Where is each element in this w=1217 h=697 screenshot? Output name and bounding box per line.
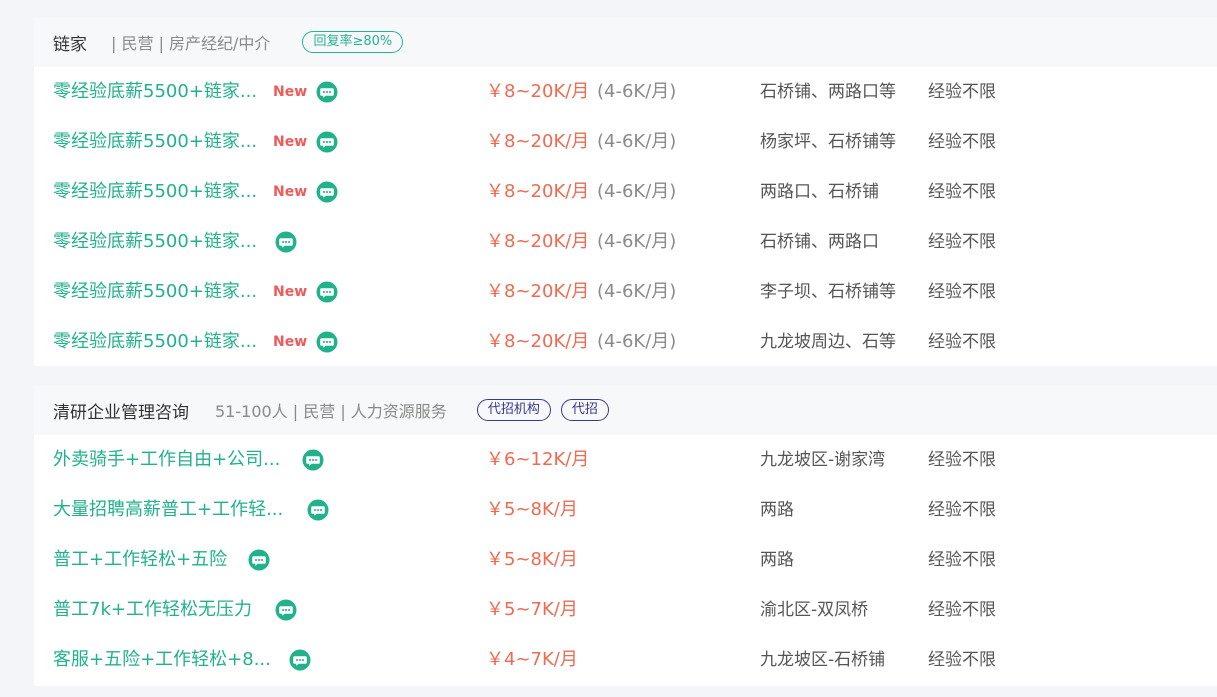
job-title-link[interactable]: 零经验底薪5500+链家... bbox=[53, 117, 257, 167]
salary-base: (4-6K/月) bbox=[597, 281, 677, 302]
experience-requirement: 经验不限 bbox=[928, 332, 996, 352]
salary: ￥8~20K/月 bbox=[486, 181, 590, 202]
job-location: 两路 bbox=[760, 550, 794, 570]
job-location: 两路口、石桥铺 bbox=[760, 182, 879, 202]
chat-bubble-icon[interactable] bbox=[307, 499, 329, 521]
salary: ￥4~7K/月 bbox=[486, 649, 578, 670]
experience-requirement: 经验不限 bbox=[928, 82, 996, 102]
job-title-link[interactable]: 零经验底薪5500+链家... bbox=[53, 167, 257, 217]
job-location: 石桥铺、两路口 bbox=[760, 232, 879, 252]
experience-requirement: 经验不限 bbox=[928, 232, 996, 252]
company-info: 51-100人 | 民营 | 人力资源服务 bbox=[215, 402, 447, 421]
experience-requirement: 经验不限 bbox=[928, 282, 996, 302]
job-location: 两路 bbox=[760, 500, 794, 520]
company-header: 链家 | 民营 | 房产经纪/中介 回复率≥80% bbox=[34, 17, 1217, 67]
job-row[interactable]: 零经验底薪5500+链家... ￥8~20K/月 (4-6K/月) 石桥铺、两路… bbox=[34, 217, 1217, 267]
company-name[interactable]: 清研企业管理咨询 bbox=[53, 398, 189, 423]
job-location: 杨家坪、石桥铺等 bbox=[760, 132, 896, 152]
chat-bubble-icon[interactable] bbox=[302, 449, 324, 471]
new-badge: New bbox=[273, 84, 308, 100]
job-location: 李子坝、石桥铺等 bbox=[760, 282, 896, 302]
job-location: 九龙坡区-石桥铺 bbox=[760, 650, 886, 670]
new-badge: New bbox=[273, 284, 308, 300]
job-row[interactable]: 普工+工作轻松+五险 ￥5~8K/月 两路 经验不限 bbox=[34, 535, 1217, 585]
job-row[interactable]: 零经验底薪5500+链家... New ￥8~20K/月 (4-6K/月) 杨家… bbox=[34, 117, 1217, 167]
company-name[interactable]: 链家 bbox=[53, 30, 87, 55]
new-badge: New bbox=[273, 134, 308, 150]
reply-rate-tag: 回复率≥80% bbox=[302, 31, 404, 53]
salary-base: (4-6K/月) bbox=[597, 231, 677, 252]
chat-bubble-icon[interactable] bbox=[248, 549, 270, 571]
job-row[interactable]: 外卖骑手+工作自由+公司... ￥6~12K/月 九龙坡区-谢家湾 经验不限 bbox=[34, 435, 1217, 485]
salary-base: (4-6K/月) bbox=[597, 181, 677, 202]
job-title-link[interactable]: 零经验底薪5500+链家... bbox=[53, 267, 257, 317]
job-row[interactable]: 普工7k+工作轻松无压力 ￥5~7K/月 渝北区-双凤桥 经验不限 bbox=[34, 585, 1217, 635]
job-row[interactable]: 客服+五险+工作轻松+8... ￥4~7K/月 九龙坡区-石桥铺 经验不限 bbox=[34, 635, 1217, 685]
job-title-link[interactable]: 零经验底薪5500+链家... bbox=[53, 67, 257, 117]
job-location: 九龙坡周边、石等 bbox=[760, 332, 896, 352]
job-row[interactable]: 零经验底薪5500+链家... New ￥8~20K/月 (4-6K/月) 两路… bbox=[34, 167, 1217, 217]
job-row[interactable]: 大量招聘高薪普工+工作轻... ￥5~8K/月 两路 经验不限 bbox=[34, 485, 1217, 535]
experience-requirement: 经验不限 bbox=[928, 182, 996, 202]
salary-base: (4-6K/月) bbox=[597, 331, 677, 352]
job-title-link[interactable]: 客服+五险+工作轻松+8... bbox=[53, 635, 271, 685]
chat-bubble-icon[interactable] bbox=[275, 231, 297, 253]
salary: ￥8~20K/月 bbox=[486, 81, 590, 102]
experience-requirement: 经验不限 bbox=[928, 132, 996, 152]
job-location: 渝北区-双凤桥 bbox=[760, 600, 869, 620]
proxy-recruit-tag: 代招 bbox=[560, 399, 609, 421]
job-title-link[interactable]: 普工+工作轻松+五险 bbox=[53, 535, 227, 585]
salary: ￥8~20K/月 bbox=[486, 131, 590, 152]
experience-requirement: 经验不限 bbox=[928, 650, 996, 670]
job-location: 九龙坡区-谢家湾 bbox=[760, 450, 886, 470]
salary: ￥8~20K/月 bbox=[486, 281, 590, 302]
experience-requirement: 经验不限 bbox=[928, 550, 996, 570]
chat-bubble-icon[interactable] bbox=[275, 599, 297, 621]
new-badge: New bbox=[273, 184, 308, 200]
agency-tag: 代招机构 bbox=[476, 399, 551, 421]
job-title-link[interactable]: 大量招聘高薪普工+工作轻... bbox=[53, 485, 283, 535]
salary: ￥5~8K/月 bbox=[486, 499, 578, 520]
salary: ￥5~7K/月 bbox=[486, 599, 578, 620]
job-row[interactable]: 零经验底薪5500+链家... New ￥8~20K/月 (4-6K/月) 九龙… bbox=[34, 317, 1217, 367]
job-title-link[interactable]: 外卖骑手+工作自由+公司... bbox=[53, 435, 280, 485]
experience-requirement: 经验不限 bbox=[928, 600, 996, 620]
salary-base: (4-6K/月) bbox=[597, 131, 677, 152]
company-info: | 民营 | 房产经纪/中介 bbox=[111, 34, 271, 53]
job-row[interactable]: 零经验底薪5500+链家... New ￥8~20K/月 (4-6K/月) 石桥… bbox=[34, 67, 1217, 117]
company-card-lianjia: 链家 | 民营 | 房产经纪/中介 回复率≥80% 零经验底薪5500+链家..… bbox=[34, 17, 1217, 366]
company-header: 清研企业管理咨询 51-100人 | 民营 | 人力资源服务 代招机构 代招 bbox=[34, 385, 1217, 435]
chat-bubble-icon[interactable] bbox=[316, 281, 338, 303]
job-location: 石桥铺、两路口等 bbox=[760, 82, 896, 102]
experience-requirement: 经验不限 bbox=[928, 500, 996, 520]
chat-bubble-icon[interactable] bbox=[289, 649, 311, 671]
salary: ￥8~20K/月 bbox=[486, 231, 590, 252]
job-row[interactable]: 零经验底薪5500+链家... New ￥8~20K/月 (4-6K/月) 李子… bbox=[34, 267, 1217, 317]
chat-bubble-icon[interactable] bbox=[316, 81, 338, 103]
job-list-page: 链家 | 民营 | 房产经纪/中介 回复率≥80% 零经验底薪5500+链家..… bbox=[0, 0, 1217, 697]
salary: ￥5~8K/月 bbox=[486, 549, 578, 570]
new-badge: New bbox=[273, 334, 308, 350]
job-title-link[interactable]: 零经验底薪5500+链家... bbox=[53, 217, 257, 267]
job-title-link[interactable]: 普工7k+工作轻松无压力 bbox=[53, 585, 252, 635]
salary: ￥8~20K/月 bbox=[486, 331, 590, 352]
company-card-qingyan: 清研企业管理咨询 51-100人 | 民营 | 人力资源服务 代招机构 代招 外… bbox=[34, 385, 1217, 686]
chat-bubble-icon[interactable] bbox=[316, 131, 338, 153]
chat-bubble-icon[interactable] bbox=[316, 331, 338, 353]
salary-base: (4-6K/月) bbox=[597, 81, 677, 102]
job-title-link[interactable]: 零经验底薪5500+链家... bbox=[53, 317, 257, 367]
salary: ￥6~12K/月 bbox=[486, 449, 590, 470]
chat-bubble-icon[interactable] bbox=[316, 181, 338, 203]
experience-requirement: 经验不限 bbox=[928, 450, 996, 470]
